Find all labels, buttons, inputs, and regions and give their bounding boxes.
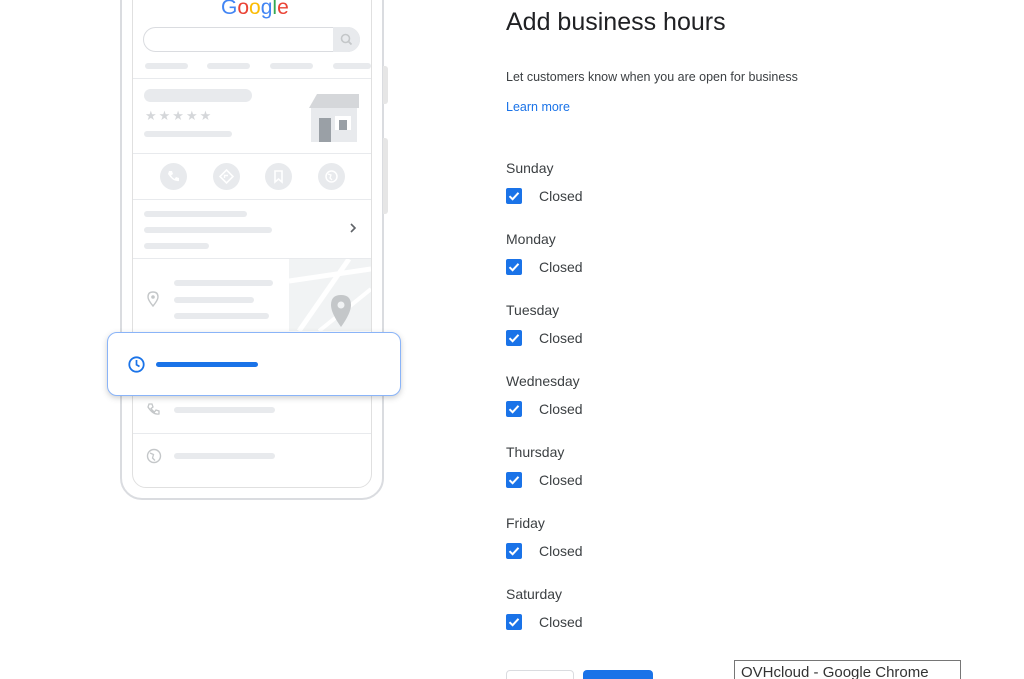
- illustration-tab-placeholder: [333, 63, 371, 69]
- illustration-rating-stars: ★★★★★: [145, 108, 214, 123]
- illustration-divider: [133, 78, 371, 79]
- illustration-search-bar: [143, 27, 360, 52]
- day-label: Wednesday: [506, 373, 580, 389]
- closed-label: Closed: [539, 614, 583, 630]
- day-label: Saturday: [506, 586, 563, 602]
- day-label: Thursday: [506, 444, 565, 460]
- phone-side-button: [383, 138, 388, 214]
- search-icon: [340, 33, 353, 46]
- closed-toggle-wednesday[interactable]: Closed: [506, 400, 583, 418]
- illustration-website-action: [318, 163, 345, 190]
- illustration-address-placeholder: [174, 313, 269, 319]
- checkmark-icon: [508, 192, 520, 201]
- closed-toggle-friday[interactable]: Closed: [506, 542, 583, 560]
- illustration-divider: [133, 199, 371, 200]
- closed-toggle-thursday[interactable]: Closed: [506, 471, 583, 489]
- chevron-right-icon: [350, 223, 357, 233]
- checkmark-icon: [508, 618, 520, 627]
- illustration-business-name-placeholder: [144, 89, 252, 102]
- illustration-tab-placeholder: [207, 63, 250, 69]
- illustration-category-placeholder: [144, 131, 232, 137]
- closed-label: Closed: [539, 188, 583, 204]
- illustration-divider: [133, 153, 371, 154]
- illustration-text-placeholder: [144, 227, 272, 233]
- phone-icon: [147, 403, 160, 415]
- illustration-hours-highlight-card: [107, 332, 401, 396]
- page-subtitle: Let customers know when you are open for…: [506, 70, 798, 84]
- location-pin-icon: [147, 291, 159, 307]
- checkmark-icon: [508, 476, 520, 485]
- day-row-saturday: Saturday Closed: [506, 586, 806, 646]
- learn-more-link[interactable]: Learn more: [506, 100, 570, 114]
- globe-icon: [146, 448, 162, 464]
- closed-label: Closed: [539, 472, 583, 488]
- window-title-tooltip: OVHcloud - Google Chrome: [734, 660, 961, 679]
- bookmark-icon: [274, 170, 283, 184]
- page-title: Add business hours: [506, 8, 726, 36]
- checkmark-icon: [508, 405, 520, 414]
- closed-checkbox[interactable]: [506, 543, 522, 559]
- day-row-friday: Friday Closed: [506, 515, 806, 575]
- illustration-address-placeholder: [174, 280, 273, 286]
- closed-label: Closed: [539, 259, 583, 275]
- storefront-icon: [309, 94, 359, 142]
- day-row-wednesday: Wednesday Closed: [506, 373, 806, 433]
- day-label: Sunday: [506, 160, 554, 176]
- directions-icon: [219, 169, 234, 184]
- day-label: Tuesday: [506, 302, 560, 318]
- day-row-sunday: Sunday Closed: [506, 160, 806, 220]
- closed-toggle-saturday[interactable]: Closed: [506, 613, 583, 631]
- closed-checkbox[interactable]: [506, 472, 522, 488]
- illustration-website-placeholder: [174, 453, 275, 459]
- phone-side-button: [383, 66, 388, 104]
- clock-icon: [128, 356, 145, 373]
- illustration-map-thumbnail: [289, 259, 371, 331]
- day-row-thursday: Thursday Closed: [506, 444, 806, 504]
- closed-checkbox[interactable]: [506, 330, 522, 346]
- map-graphic: [289, 259, 371, 331]
- day-label: Friday: [506, 515, 545, 531]
- illustration-search-button: [333, 27, 360, 52]
- closed-label: Closed: [539, 401, 583, 417]
- next-button[interactable]: [583, 670, 653, 679]
- illustration-directions-action: [213, 163, 240, 190]
- day-row-monday: Monday Closed: [506, 231, 806, 291]
- illustration-hours-placeholder: [156, 362, 258, 367]
- phone-icon: [168, 171, 179, 182]
- closed-toggle-monday[interactable]: Closed: [506, 258, 583, 276]
- back-button[interactable]: [506, 670, 574, 679]
- closed-label: Closed: [539, 543, 583, 559]
- illustration-address-placeholder: [174, 297, 254, 303]
- closed-checkbox[interactable]: [506, 401, 522, 417]
- illustration-text-placeholder: [144, 243, 209, 249]
- closed-label: Closed: [539, 330, 583, 346]
- checkmark-icon: [508, 334, 520, 343]
- closed-checkbox[interactable]: [506, 614, 522, 630]
- day-row-tuesday: Tuesday Closed: [506, 302, 806, 362]
- closed-toggle-sunday[interactable]: Closed: [506, 187, 583, 205]
- day-label: Monday: [506, 231, 556, 247]
- illustration-tab-placeholder: [145, 63, 188, 69]
- illustration-tab-placeholder: [270, 63, 313, 69]
- google-logo: Google: [221, 0, 289, 19]
- globe-icon: [325, 170, 338, 183]
- checkmark-icon: [508, 263, 520, 272]
- illustration-phone-placeholder: [174, 407, 275, 413]
- illustration-text-placeholder: [144, 211, 247, 217]
- illustration-save-action: [265, 163, 292, 190]
- illustration-divider: [133, 433, 371, 434]
- checkmark-icon: [508, 547, 520, 556]
- closed-toggle-tuesday[interactable]: Closed: [506, 329, 583, 347]
- illustration-call-action: [160, 163, 187, 190]
- closed-checkbox[interactable]: [506, 188, 522, 204]
- closed-checkbox[interactable]: [506, 259, 522, 275]
